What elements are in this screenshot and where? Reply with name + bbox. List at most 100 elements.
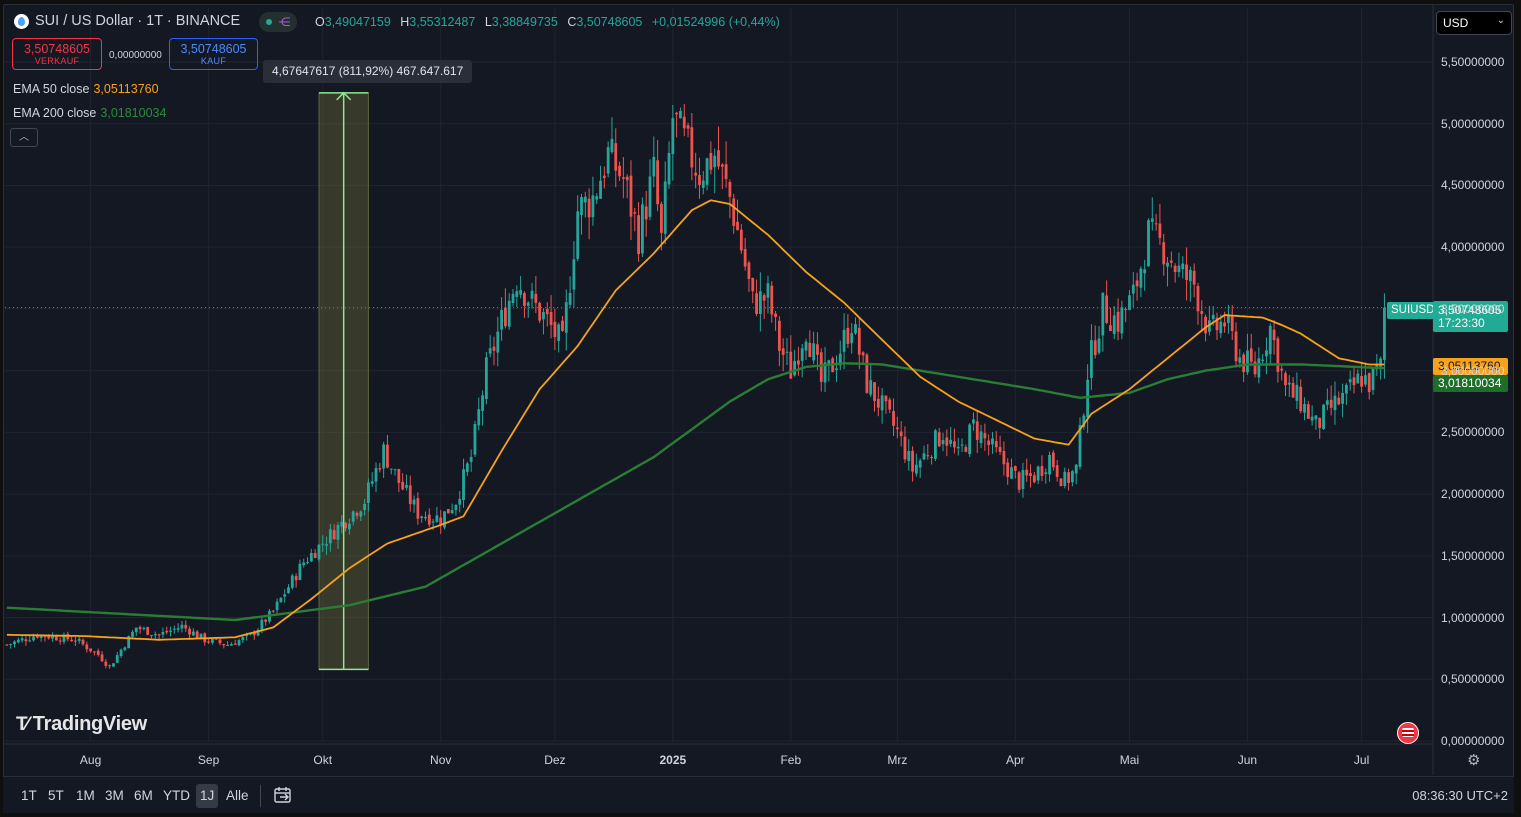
candle-body xyxy=(1048,454,1051,475)
candle-body xyxy=(264,619,268,622)
candle-body xyxy=(850,333,854,344)
range-button-3m[interactable]: 3M xyxy=(101,784,128,808)
currency-select[interactable]: USD ⌄ xyxy=(1436,11,1512,35)
candle-body xyxy=(283,594,287,597)
candle-body xyxy=(1162,242,1166,265)
candle-body xyxy=(5,644,9,646)
candle-body xyxy=(523,293,526,306)
candle-body xyxy=(580,197,583,215)
candle-body xyxy=(367,482,370,504)
candle-body xyxy=(73,640,77,642)
candle-body xyxy=(964,447,968,452)
candle-body xyxy=(538,302,542,321)
open-key: O xyxy=(315,15,325,29)
candle-body xyxy=(123,647,127,650)
candle-body xyxy=(1181,263,1185,270)
candle-body xyxy=(888,399,892,410)
candle-body xyxy=(644,206,648,220)
candle-body xyxy=(1040,466,1044,476)
candle-body xyxy=(70,639,73,642)
candle-body xyxy=(743,248,747,267)
tradingview-logo[interactable]: T⁄ TradingView xyxy=(16,713,147,736)
price-tick-label: 5,00000000 xyxy=(1441,116,1505,131)
sui-logo-icon xyxy=(14,14,29,29)
candle-body xyxy=(953,441,956,448)
candle-body xyxy=(979,431,983,443)
candle-body xyxy=(222,644,226,646)
ema200-value: 3,01810034 xyxy=(100,106,167,120)
range-button-1m[interactable]: 1M xyxy=(72,784,99,808)
price-chart[interactable] xyxy=(0,0,1521,817)
candle-body xyxy=(355,512,359,516)
range-button-5t[interactable]: 5T xyxy=(44,784,68,808)
candle-body xyxy=(1021,470,1025,489)
candle-body xyxy=(47,636,51,639)
range-button-1j[interactable]: 1J xyxy=(196,784,219,808)
candle-body xyxy=(332,530,336,540)
candle-body xyxy=(739,229,743,251)
candle-body xyxy=(876,398,880,408)
candle-body xyxy=(561,320,564,331)
candle-body xyxy=(667,153,671,185)
candle-body xyxy=(732,198,736,226)
market-status-pill[interactable]: ⋲ xyxy=(259,12,297,32)
time-tick-label: Nov xyxy=(430,753,452,767)
candle-body xyxy=(1211,314,1215,320)
candle-body xyxy=(587,198,591,218)
candle-body xyxy=(401,481,405,490)
candle-body xyxy=(340,521,344,527)
candle-body xyxy=(819,352,823,382)
candle-body xyxy=(926,455,930,457)
chevron-down-icon: ⌄ xyxy=(1496,15,1505,26)
us-flag-icon[interactable] xyxy=(1397,722,1419,744)
candle-body xyxy=(420,516,424,519)
gear-icon[interactable]: ⚙ xyxy=(1467,751,1480,769)
time-tick-label: Mai xyxy=(1119,753,1140,767)
candle-body xyxy=(1295,384,1299,401)
candle-body xyxy=(1086,379,1090,418)
price-tick-label: 0,50000000 xyxy=(1441,672,1505,687)
clock[interactable]: 08:36:30 UTC+2 xyxy=(1412,788,1508,803)
candle-body xyxy=(230,644,233,646)
range-button-ytd[interactable]: YTD xyxy=(159,784,194,808)
time-tick-label: Jun xyxy=(1237,753,1258,767)
symbol-title[interactable]: SUI / US Dollar · 1T · BINANCE xyxy=(35,13,240,29)
ema200-legend[interactable]: EMA 200 close 3,01810034 xyxy=(13,106,166,120)
candle-body xyxy=(842,329,846,352)
buy-button[interactable]: 3,50748605 KAUF xyxy=(169,38,258,70)
candle-body xyxy=(321,543,325,545)
candle-body xyxy=(637,215,640,255)
candle-body xyxy=(679,110,682,119)
candle-body xyxy=(918,460,922,468)
range-button-6m[interactable]: 6M xyxy=(130,784,157,808)
candle-body xyxy=(595,196,599,200)
range-button-alle[interactable]: Alle xyxy=(222,784,253,808)
candle-body xyxy=(180,624,184,629)
candle-body xyxy=(652,156,656,177)
symbol-price-label: SUIUSD xyxy=(1387,302,1439,319)
candle-body xyxy=(1090,340,1093,378)
candle-body xyxy=(412,499,416,505)
ema50-legend[interactable]: EMA 50 close 3,05113760 xyxy=(13,82,159,96)
candle-body xyxy=(949,439,953,444)
candle-body xyxy=(241,637,245,641)
candle-body xyxy=(572,259,576,290)
candle-body xyxy=(911,450,914,472)
candle-body xyxy=(1310,416,1314,421)
candle-body xyxy=(1188,269,1192,282)
calendar-goto-icon[interactable] xyxy=(272,784,294,806)
range-button-1t[interactable]: 1T xyxy=(17,784,41,808)
candle-body xyxy=(54,636,58,641)
candle-body xyxy=(797,360,800,365)
candle-body xyxy=(675,112,679,115)
candle-body xyxy=(766,283,770,298)
candle-body xyxy=(1329,399,1333,408)
candle-body xyxy=(237,640,241,646)
sell-button[interactable]: 3,50748605 VERKAUF xyxy=(12,38,102,70)
close-key: C xyxy=(567,15,577,29)
collapse-legend-button[interactable]: ︿ xyxy=(10,128,38,147)
candle-body xyxy=(975,421,979,440)
candle-body xyxy=(115,655,119,663)
candle-body xyxy=(131,631,134,638)
price-tick-label: 2,00000000 xyxy=(1441,487,1505,502)
